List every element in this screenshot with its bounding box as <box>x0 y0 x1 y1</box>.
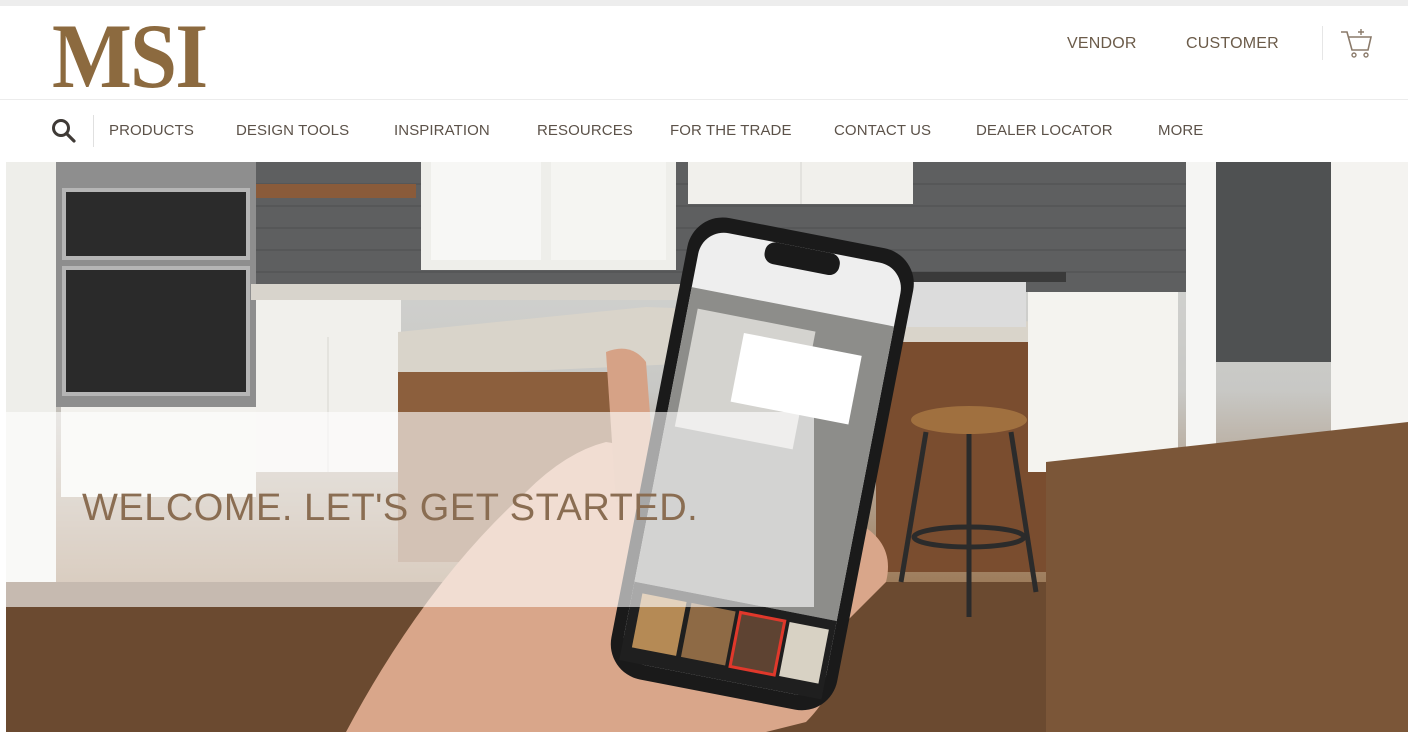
vendor-link[interactable]: VENDOR <box>1067 35 1137 53</box>
search-icon[interactable] <box>50 117 78 145</box>
nav-item-resources[interactable]: RESOURCES <box>537 122 633 139</box>
hero-banner[interactable]: WELCOME. LET'S GET STARTED. <box>6 162 1408 732</box>
hero-headline: WELCOME. LET'S GET STARTED. <box>82 487 699 529</box>
cart-icon[interactable] <box>1338 26 1374 62</box>
nav-divider <box>93 115 94 147</box>
msi-logo[interactable]: MSI <box>52 10 208 102</box>
main-nav: PRODUCTS DESIGN TOOLS INSPIRATION RESOUR… <box>0 100 1408 162</box>
header-divider <box>1322 26 1323 60</box>
customer-link[interactable]: CUSTOMER <box>1186 35 1279 53</box>
nav-item-contact-us[interactable]: CONTACT US <box>834 122 931 139</box>
nav-item-inspiration[interactable]: INSPIRATION <box>394 122 490 139</box>
top-header: MSI VENDOR CUSTOMER <box>0 0 1408 102</box>
nav-item-design-tools[interactable]: DESIGN TOOLS <box>236 122 349 139</box>
nav-item-for-the-trade[interactable]: FOR THE TRADE <box>670 122 792 139</box>
nav-item-dealer-locator[interactable]: DEALER LOCATOR <box>976 122 1113 139</box>
nav-item-products[interactable]: PRODUCTS <box>109 122 194 139</box>
nav-item-more[interactable]: MORE <box>1158 122 1203 139</box>
